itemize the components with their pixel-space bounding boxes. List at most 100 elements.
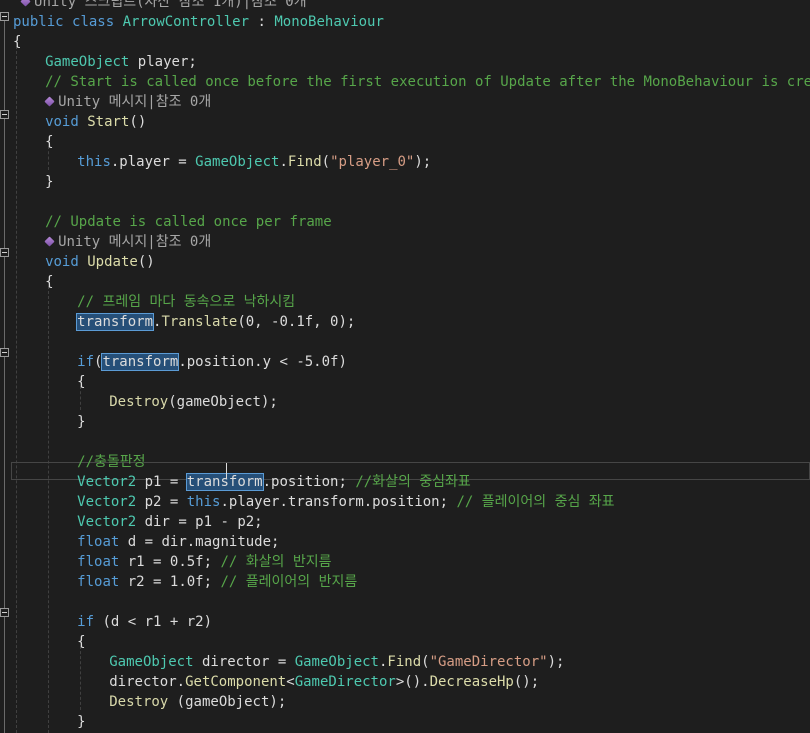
code-token: GameObject <box>195 154 280 170</box>
collapse-class-icon[interactable] <box>0 12 9 21</box>
code-token: } <box>77 414 86 430</box>
code-token: Destroy <box>109 694 169 710</box>
code-token: float <box>77 574 120 590</box>
code-token: player; <box>129 54 197 70</box>
code-line[interactable]: GameObject player; <box>45 52 197 72</box>
code-token: // 화살의 반지름 <box>220 554 332 570</box>
code-line[interactable]: Unity 스크립트(자산 참조 1개)|참조 0개 <box>20 0 307 12</box>
code-line[interactable]: transform.Translate(0, -0.1f, 0); <box>76 312 356 332</box>
code-line[interactable]: if(transform.position.y < -5.0f) <box>77 352 347 372</box>
code-line[interactable]: if (d < r1 + r2) <box>77 612 212 632</box>
outline-gutter <box>0 0 11 733</box>
collapse-if-collision-icon[interactable] <box>0 608 9 617</box>
code-token: (); <box>513 674 540 690</box>
code-token: if <box>77 354 95 370</box>
indent-guide-if-collision <box>80 646 81 710</box>
code-token: .player = <box>110 154 196 170</box>
code-token: } <box>45 174 54 190</box>
code-line[interactable]: this.player = GameObject.Find("player_0"… <box>77 152 431 172</box>
unity-cube-icon <box>20 0 31 7</box>
code-line[interactable]: { <box>45 132 53 152</box>
unity-cube-icon <box>44 96 55 107</box>
code-line[interactable]: } <box>77 412 85 432</box>
code-token: { <box>45 274 54 290</box>
code-token: p2 = <box>136 494 187 510</box>
code-token: r1 = 0.5f; <box>119 554 221 570</box>
code-line[interactable]: Unity 메시지|참조 0개 <box>44 232 211 252</box>
code-token: { <box>77 374 86 390</box>
collapse-if-block-icon[interactable] <box>0 348 9 357</box>
code-line[interactable]: { <box>13 32 21 52</box>
code-line[interactable]: Destroy (gameObject); <box>109 692 286 712</box>
code-token: < <box>286 674 295 690</box>
code-token: ArrowController <box>122 14 250 30</box>
code-token: (gameObject); <box>168 394 278 410</box>
code-token: float <box>77 554 120 570</box>
code-token: .position; <box>262 474 356 490</box>
code-token: .player.transform.position; <box>220 494 457 510</box>
code-token: GameObject <box>294 654 379 670</box>
code-token: Vector2 <box>77 514 137 530</box>
code-editor[interactable]: Unity 스크립트(자산 참조 1개)|참조 0개 public class A… <box>0 0 810 733</box>
code-token: this <box>186 494 221 510</box>
code-token: r2 = 1.0f; <box>119 574 221 590</box>
code-line[interactable]: // Start is called once before the first… <box>45 72 810 92</box>
code-token: transform <box>185 473 264 491</box>
indent-guide-class <box>16 46 17 733</box>
unity-cube-icon <box>44 236 55 247</box>
code-token: (0, -0.1f, 0); <box>237 314 356 330</box>
code-token: { <box>77 634 86 650</box>
code-line[interactable]: float d = dir.magnitude; <box>77 532 279 552</box>
code-line[interactable]: { <box>45 272 53 292</box>
code-line[interactable]: { <box>77 372 85 392</box>
collapse-start-method-icon[interactable] <box>0 110 9 119</box>
code-line[interactable]: Destroy(gameObject); <box>109 392 278 412</box>
code-line[interactable]: Vector2 p2 = this.player.transform.posit… <box>77 492 614 512</box>
codelens-text[interactable]: Unity 스크립트(자산 참조 1개)|참조 0개 <box>34 0 307 10</box>
codelens-text[interactable]: Unity 메시지|참조 0개 <box>58 94 211 110</box>
code-token: // Start is called once before the first… <box>45 74 810 90</box>
collapse-update-method-icon[interactable] <box>0 248 9 257</box>
code-token: ); <box>414 154 432 170</box>
code-line[interactable]: // Update is called once per frame <box>45 212 332 232</box>
code-token: float <box>77 534 120 550</box>
code-line[interactable]: { <box>77 632 85 652</box>
fold-guide <box>4 21 5 733</box>
code-token: Start <box>87 114 130 130</box>
codelens-text[interactable]: Unity 메시지|참조 0개 <box>58 234 211 250</box>
code-token: >(). <box>395 674 430 690</box>
code-line[interactable]: Vector2 p1 = transform.position; //화살의 중… <box>77 472 471 492</box>
code-token: Update <box>87 254 138 270</box>
code-line[interactable]: public class ArrowController : MonoBehav… <box>13 12 384 32</box>
code-token: // 프레임 마다 동속으로 낙하시킴 <box>77 294 296 310</box>
code-token: Translate <box>161 314 238 330</box>
code-token: MonoBehaviour <box>274 14 384 30</box>
code-line[interactable]: void Update() <box>45 252 155 272</box>
code-token: //화살의 중심좌표 <box>355 474 471 490</box>
code-line[interactable]: float r1 = 0.5f; // 화살의 반지름 <box>77 552 331 572</box>
code-line[interactable]: Vector2 dir = p1 - p2; <box>77 512 262 532</box>
code-token: (d < r1 + r2) <box>94 614 213 630</box>
code-token: transform <box>101 353 180 371</box>
code-token: Vector2 <box>77 494 137 510</box>
code-line[interactable]: } <box>77 712 85 732</box>
code-token: Find <box>287 154 322 170</box>
code-line[interactable]: GameObject director = GameObject.Find("G… <box>109 652 564 672</box>
code-line[interactable]: // 프레임 마다 동속으로 낙하시킴 <box>77 292 295 312</box>
code-token: //충돌판정 <box>77 454 146 470</box>
code-line[interactable]: void Start() <box>45 112 146 132</box>
code-token: () <box>137 254 155 270</box>
code-token: transform <box>76 313 155 331</box>
code-token: p1 = <box>136 474 187 490</box>
text-caret <box>226 463 227 479</box>
code-line[interactable]: float r2 = 1.0f; // 플레이어의 반지름 <box>77 572 357 592</box>
code-line[interactable]: //충돌판정 <box>77 452 145 472</box>
code-line[interactable]: } <box>45 172 53 192</box>
code-line[interactable]: Unity 메시지|참조 0개 <box>44 92 211 112</box>
code-token: .position.y < -5.0f) <box>178 354 347 370</box>
code-line[interactable]: director.GetComponent<GameDirector>().De… <box>109 672 539 692</box>
code-token: director = <box>193 654 295 670</box>
